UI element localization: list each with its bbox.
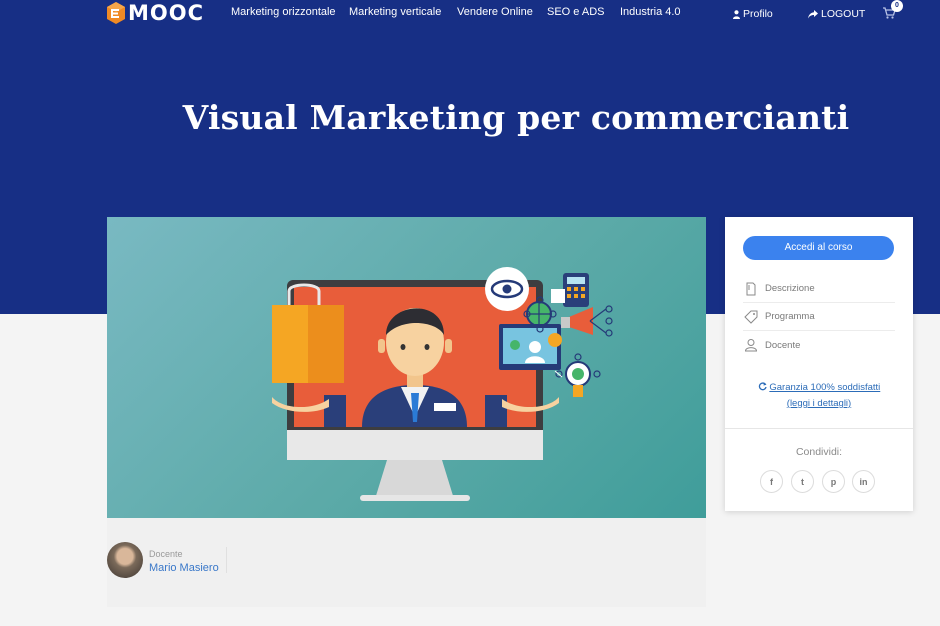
logo-text: MOOC [128,1,205,25]
sidebar-item-programma[interactable]: Programma [743,303,895,331]
logo-cube-icon [107,2,125,24]
nav-marketing-orizzontale[interactable]: Marketing orizzontale [231,6,336,18]
profile-label: Profilo [743,8,773,20]
teacher-avatar[interactable] [107,542,143,578]
teacher-info: Docente Mario Masiero [107,540,706,580]
linkedin-icon[interactable]: in [852,470,875,493]
user-icon [733,9,740,19]
share-divider [725,428,913,429]
document-icon [746,282,756,295]
guarantee-link[interactable]: Garanzia 100% soddisfatti (leggi i detta… [725,380,913,412]
course-card: Docente Mario Masiero [107,217,706,607]
access-course-button[interactable]: Accedi al corso [743,236,894,260]
nav-vendere-online[interactable]: Vendere Online [457,6,533,18]
share-label: Condividi: [795,446,843,458]
profile-link[interactable]: Profilo [733,8,773,20]
sidebar-item-label: Programma [765,311,815,322]
logout-label: LOGOUT [821,8,866,20]
tag-icon [744,310,758,324]
nav-marketing-verticale[interactable]: Marketing verticale [349,6,441,18]
page-title: Visual Marketing per commercianti [182,98,850,137]
sidebar-item-label: Descrizione [765,283,815,294]
teacher-name-link[interactable]: Mario Masiero [149,562,219,574]
pinterest-icon[interactable]: p [822,470,845,493]
teacher-role-label: Docente [149,549,183,559]
nav-seo-ads[interactable]: SEO e ADS [547,6,604,18]
course-illustration [107,217,706,518]
guarantee-details: (leggi i dettagli) [786,398,852,409]
twitter-icon[interactable]: t [791,470,814,493]
share-arrow-icon [808,9,818,18]
teacher-divider [226,547,227,573]
sidebar-item-label: Docente [765,339,801,351]
guarantee-text: Garanzia 100% soddisfatti [769,382,881,393]
facebook-icon[interactable]: f [760,470,783,493]
course-cover-illustration [272,267,613,501]
site-logo[interactable]: MOOC [107,1,204,25]
nav-industria-4[interactable]: Industria 4.0 [620,6,681,18]
refresh-icon [758,382,767,391]
logout-link[interactable]: LOGOUT [808,8,865,20]
sidebar-item-docente[interactable]: Docente [743,331,895,359]
top-navigation: MOOC Marketing orizzontale Marketing ver… [0,0,940,28]
sidebar-item-descrizione[interactable]: Descrizione [743,275,895,303]
user-icon [744,339,758,352]
course-sidebar: Accedi al corso Descrizione Programma Do… [725,217,913,511]
cart-count-badge: 0 [891,0,903,12]
